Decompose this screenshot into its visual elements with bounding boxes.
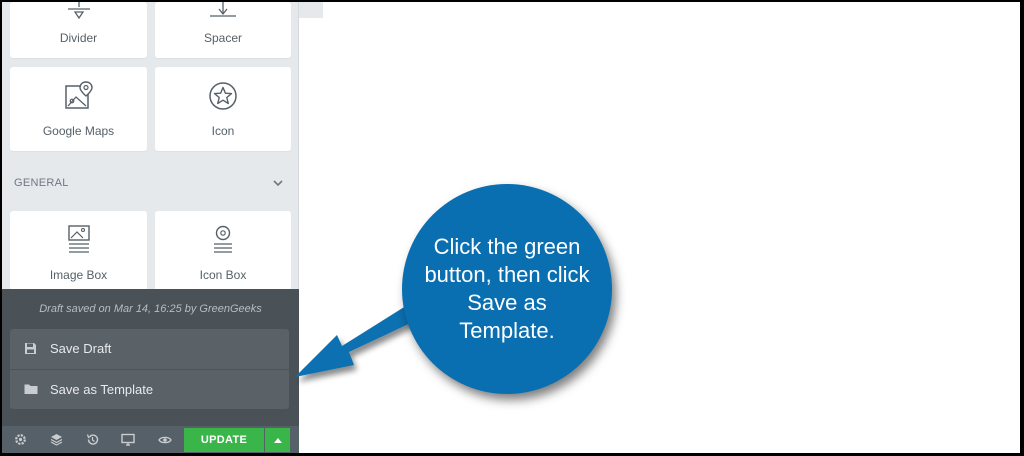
callout-text: Click the green button, then click Save … [424, 234, 590, 343]
editor-screen: Divider Spacer Google Maps Icon GENERAL … [2, 2, 1020, 453]
annotation-callout: Click the green button, then click Save … [402, 184, 612, 394]
